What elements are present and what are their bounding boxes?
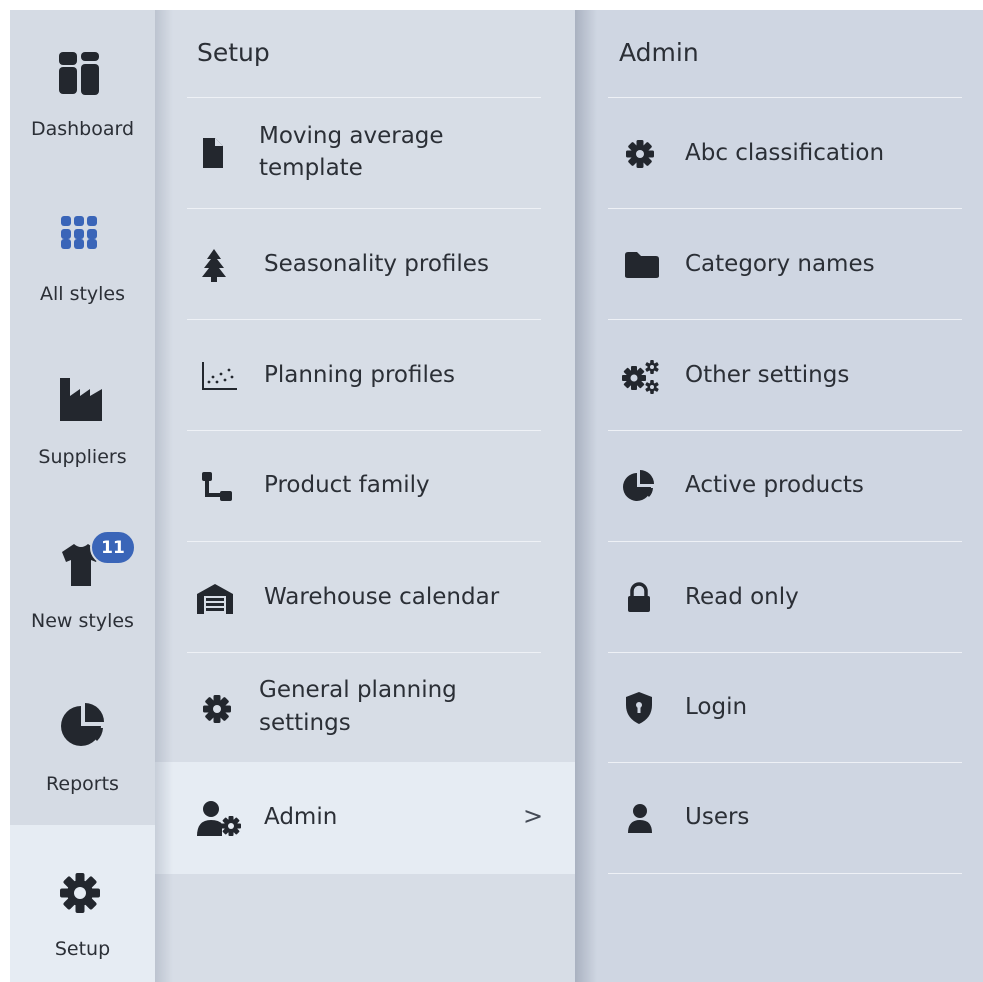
rail-item-new-styles[interactable]: 11 New styles bbox=[10, 500, 155, 660]
setup-item-admin[interactable]: Admin > bbox=[187, 762, 557, 874]
pie-chart-icon bbox=[623, 470, 654, 501]
admin-item-label: Active products bbox=[685, 472, 864, 498]
setup-item-product-family[interactable]: Product family bbox=[187, 431, 541, 541]
rail-item-setup[interactable]: Setup bbox=[10, 825, 155, 982]
file-icon bbox=[203, 138, 223, 168]
connection-icon bbox=[202, 472, 232, 501]
shield-icon bbox=[626, 692, 652, 724]
admin-item-label: Read only bbox=[685, 584, 799, 610]
lock-icon bbox=[628, 582, 650, 612]
setup-item-label-line2: template bbox=[259, 155, 363, 181]
admin-item-abc-classification[interactable]: Abc classification bbox=[608, 98, 962, 208]
admin-item-label: Other settings bbox=[685, 362, 850, 388]
rail-item-all-styles[interactable]: All styles bbox=[10, 173, 155, 333]
rail-label: All styles bbox=[39, 283, 126, 305]
new-styles-badge: 11 bbox=[90, 530, 136, 565]
rail-label: Reports bbox=[46, 773, 119, 795]
admin-item-read-only[interactable]: Read only bbox=[608, 542, 962, 652]
setup-title: Setup bbox=[197, 38, 270, 67]
rail-label: Suppliers bbox=[38, 446, 127, 468]
setup-item-general-planning-settings[interactable]: General planning settings bbox=[187, 653, 541, 761]
admin-item-other-settings[interactable]: Other settings bbox=[608, 320, 962, 430]
divider bbox=[608, 873, 962, 874]
nav-rail: Dashboard All styles Suppliers 11 New st… bbox=[10, 10, 155, 982]
admin-item-label: Users bbox=[685, 804, 750, 830]
rail-label: Setup bbox=[54, 938, 111, 960]
gear-icon bbox=[60, 873, 100, 913]
rail-item-dashboard[interactable]: Dashboard bbox=[10, 10, 155, 170]
tree-icon bbox=[202, 249, 226, 282]
gear-icon bbox=[626, 140, 654, 168]
rail-label: Dashboard bbox=[30, 118, 135, 140]
factory-icon bbox=[60, 378, 102, 421]
pie-chart-icon bbox=[61, 703, 104, 746]
gear-icon bbox=[203, 695, 231, 723]
scatter-chart-icon bbox=[202, 362, 237, 390]
setup-item-label-line1: General planning bbox=[259, 677, 457, 703]
user-gear-icon bbox=[197, 801, 241, 836]
admin-item-category-names[interactable]: Category names bbox=[608, 209, 962, 319]
gears-icon bbox=[622, 360, 659, 394]
setup-item-label: Seasonality profiles bbox=[264, 251, 489, 277]
setup-item-label-line2: settings bbox=[259, 710, 351, 736]
admin-item-login[interactable]: Login bbox=[608, 653, 962, 761]
admin-item-label: Abc classification bbox=[685, 140, 885, 166]
admin-item-label: Login bbox=[685, 694, 748, 720]
tshirt-icon bbox=[62, 544, 100, 586]
setup-item-label: Product family bbox=[264, 472, 430, 498]
admin-item-label: Category names bbox=[685, 251, 875, 277]
admin-item-active-products[interactable]: Active products bbox=[608, 431, 962, 541]
setup-item-moving-average-template[interactable]: Moving average template bbox=[187, 98, 541, 208]
admin-item-users[interactable]: Users bbox=[608, 763, 962, 873]
setup-item-seasonality-profiles[interactable]: Seasonality profiles bbox=[187, 209, 541, 319]
setup-item-label-line1: Moving average bbox=[259, 123, 444, 149]
grid-icon bbox=[61, 216, 97, 249]
setup-item-planning-profiles[interactable]: Planning profiles bbox=[187, 320, 541, 430]
chevron-right-icon: > bbox=[523, 802, 544, 830]
setup-item-warehouse-calendar[interactable]: Warehouse calendar bbox=[187, 542, 541, 652]
admin-title: Admin bbox=[619, 38, 699, 67]
warehouse-icon bbox=[197, 584, 233, 614]
setup-item-label: Planning profiles bbox=[264, 362, 456, 388]
rail-item-suppliers[interactable]: Suppliers bbox=[10, 336, 155, 496]
dashboard-icon bbox=[59, 52, 99, 95]
rail-item-reports[interactable]: Reports bbox=[10, 663, 155, 823]
setup-item-label: Warehouse calendar bbox=[264, 584, 500, 610]
setup-item-label: Admin bbox=[264, 804, 338, 830]
rail-label: New styles bbox=[31, 610, 134, 632]
user-icon bbox=[628, 804, 652, 833]
folder-icon bbox=[625, 252, 659, 278]
